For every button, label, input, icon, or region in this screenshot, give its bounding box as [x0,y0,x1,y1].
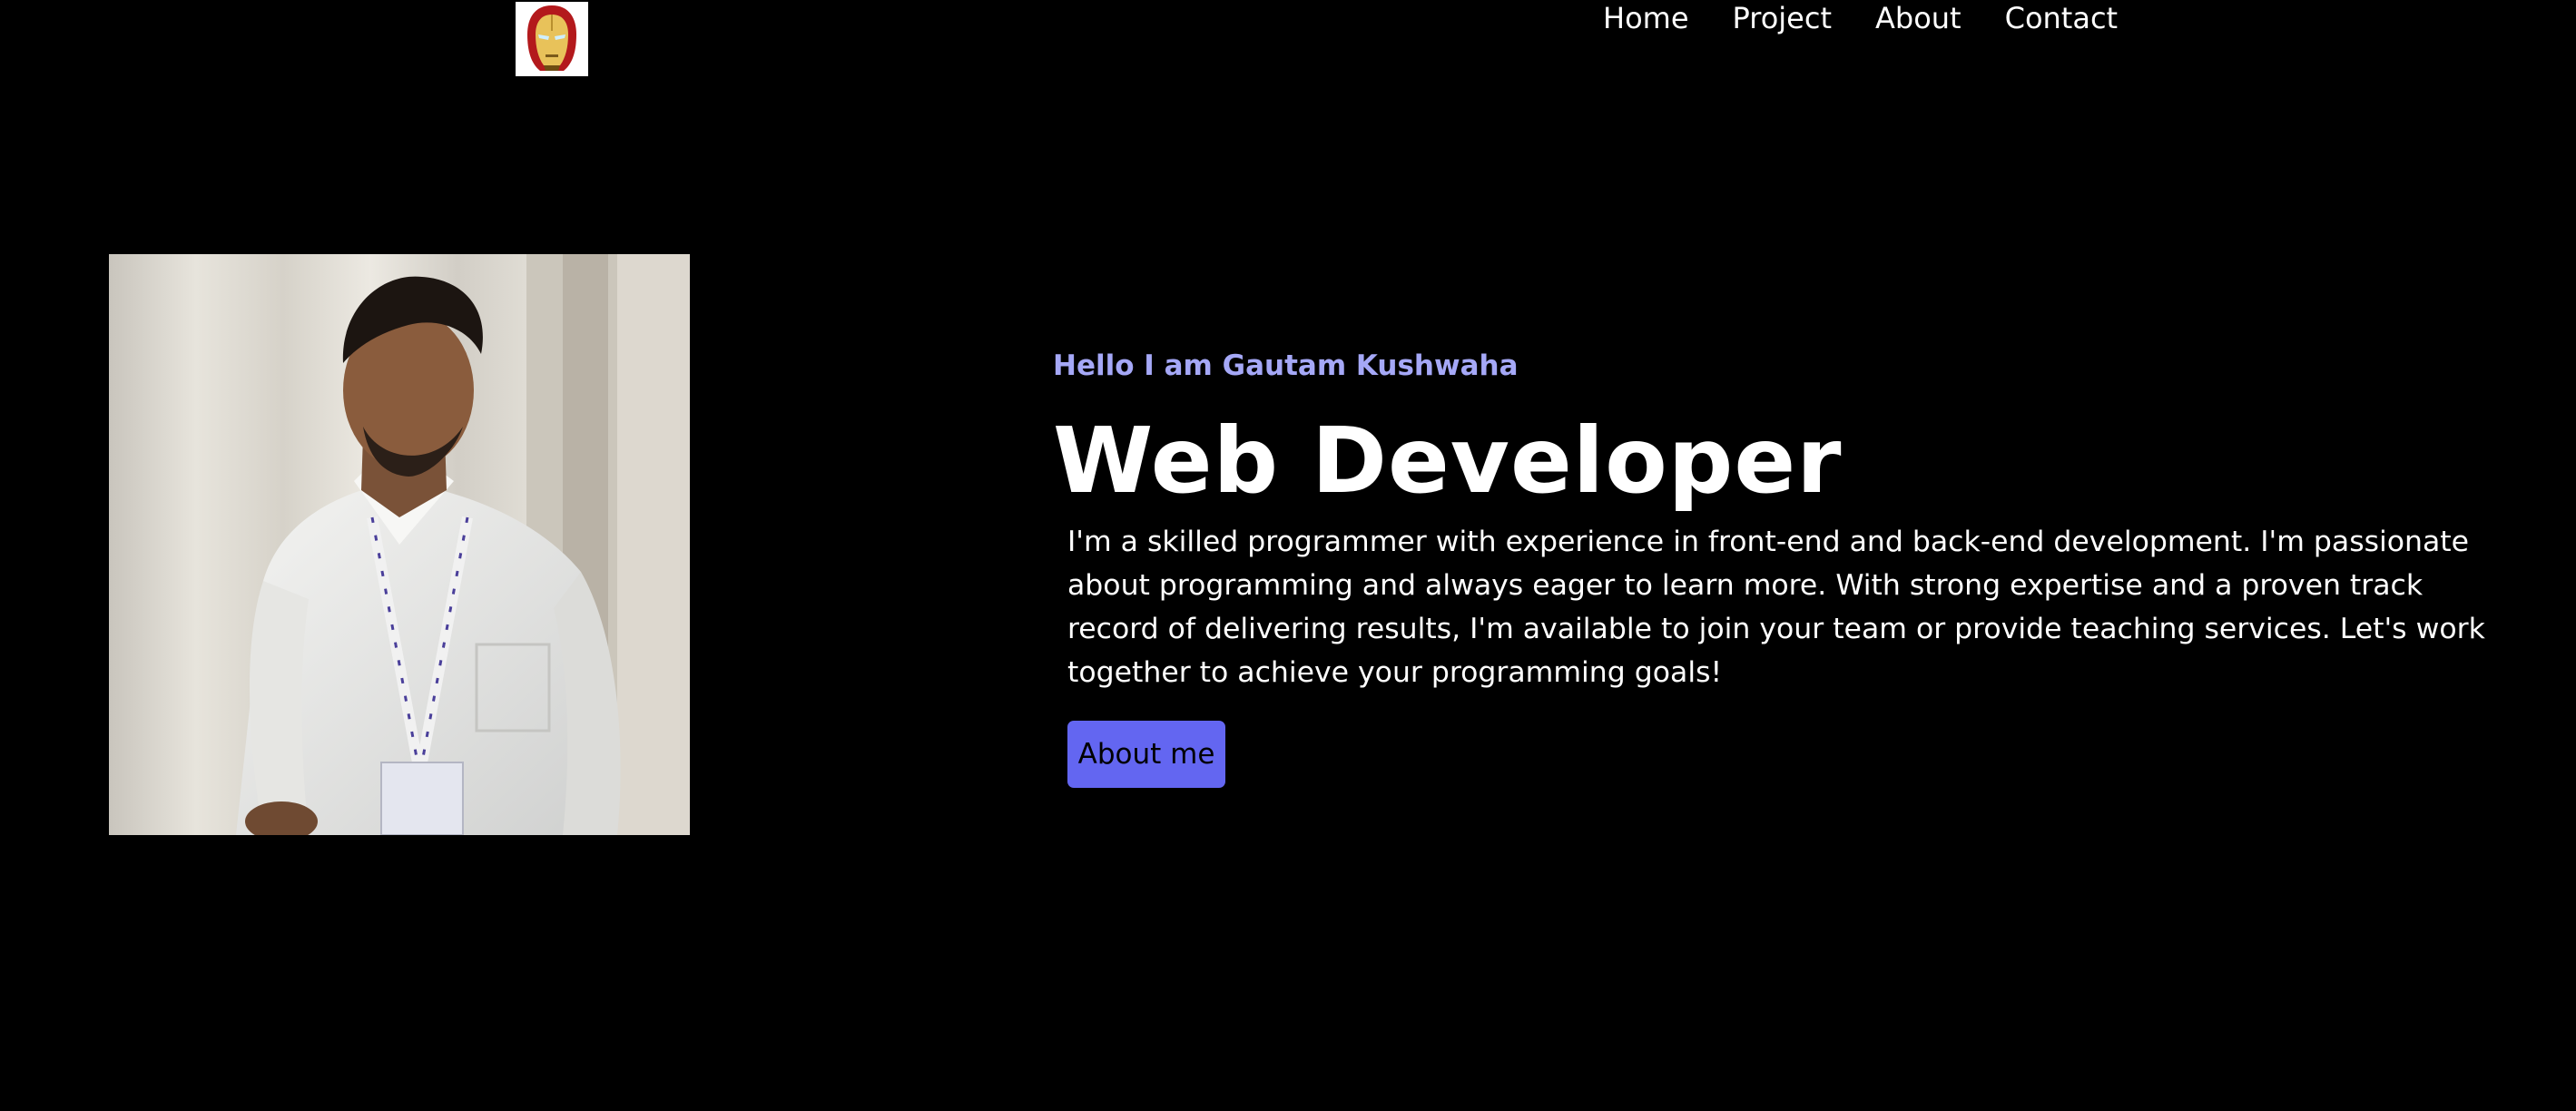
nav-home[interactable]: Home [1603,0,1689,36]
profile-photo-image [109,254,690,835]
profile-photo [109,254,690,835]
greeting-text: Hello I am Gautam Kushwaha [1053,349,1519,382]
nav-project[interactable]: Project [1733,0,1832,36]
nav-contact[interactable]: Contact [2005,0,2119,36]
about-me-button[interactable]: About me [1067,721,1225,788]
main-nav: Home Project About Contact [1603,0,2118,36]
logo-link[interactable] [516,2,588,76]
intro-paragraph: I'm a skilled programmer with experience… [1067,526,2485,689]
page-title: Web Developer [1053,408,1843,514]
nav-about[interactable]: About [1875,0,1961,36]
iron-man-helmet-icon [527,5,576,71]
page: Home Project About Contact Hello I am Ga… [0,0,2576,1111]
